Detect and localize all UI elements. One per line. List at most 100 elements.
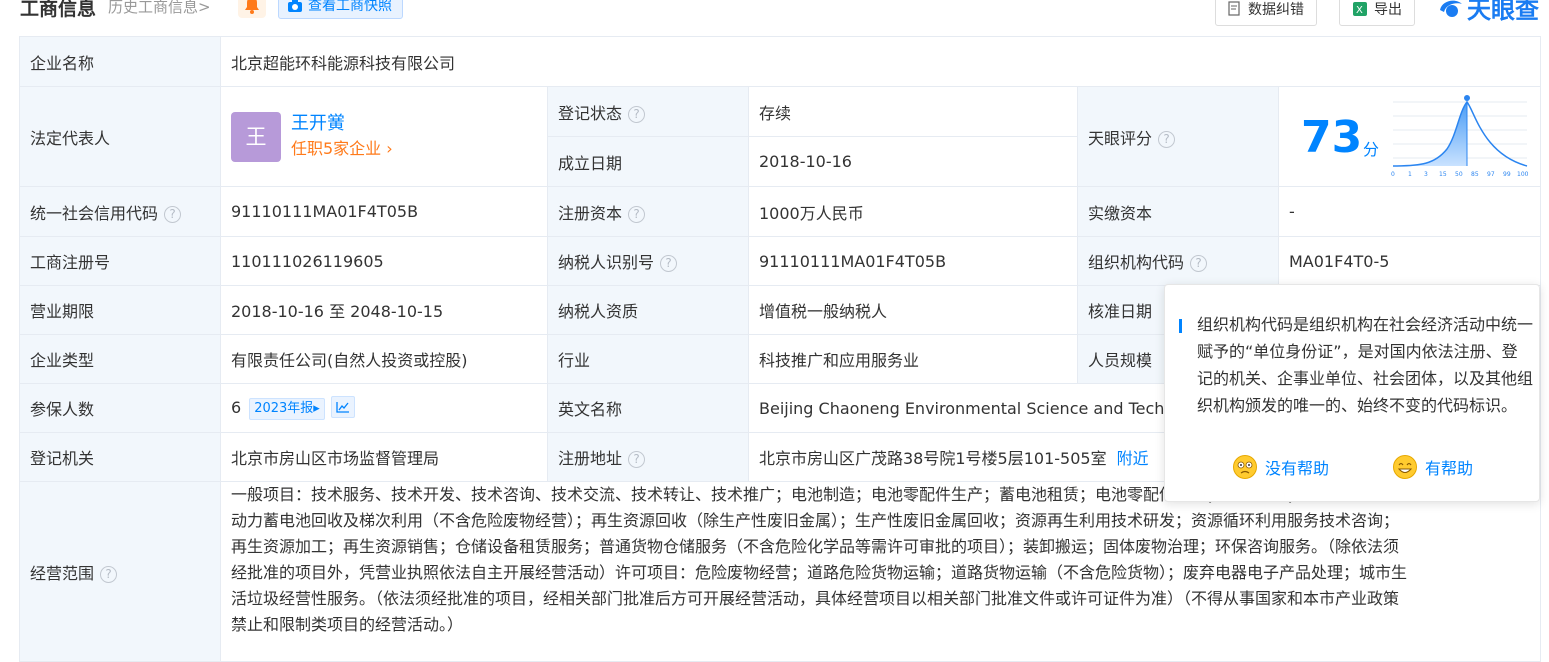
edit-doc-icon bbox=[1228, 1, 1240, 16]
correction-button[interactable]: 数据纠错 bbox=[1215, 0, 1317, 26]
table-row: 企业名称 北京超能环科能源科技有限公司 bbox=[19, 36, 1542, 87]
org-code-tooltip: 组织机构代码是组织机构在社会经济活动中统一赋予的“单位身份证”，是对国内依法注册… bbox=[1164, 284, 1540, 502]
taxpayer-qual-value: 增值税一般纳税人 bbox=[748, 285, 1078, 335]
score-tick-label: 85 bbox=[1471, 171, 1479, 178]
credit-code-value: 91110111MA01F4T05B bbox=[220, 186, 548, 237]
nearby-link[interactable]: 附近 bbox=[1117, 449, 1149, 468]
company-type-value: 有限责任公司(自然人投资或控股) bbox=[220, 334, 548, 384]
reg-authority-label: 登记机关 bbox=[19, 432, 221, 482]
correction-label: 数据纠错 bbox=[1248, 2, 1304, 18]
bell-button[interactable] bbox=[238, 0, 266, 18]
org-code-label-cell: 组织机构代码? bbox=[1077, 236, 1279, 286]
help-icon[interactable]: ? bbox=[628, 105, 646, 123]
not-helpful-button[interactable]: 没有帮助 bbox=[1233, 455, 1329, 479]
english-name-label: 英文名称 bbox=[547, 383, 749, 433]
score-tick-label: 1 bbox=[1408, 171, 1412, 178]
table-row: 经营范围? 一般项目：技术服务、技术开发、技术咨询、技术交流、技术转让、技术推广… bbox=[19, 481, 1542, 662]
annual-report-tag[interactable]: 2023年报▸ bbox=[249, 398, 325, 420]
avatar[interactable]: 王 bbox=[231, 111, 281, 162]
help-icon[interactable]: ? bbox=[660, 255, 678, 272]
score-tick-label: 97 bbox=[1487, 171, 1495, 178]
credit-code-label: 统一社会信用代码 bbox=[30, 203, 159, 223]
reg-status-label: 登记状态 bbox=[558, 103, 623, 123]
reg-capital-label: 注册资本 bbox=[558, 203, 623, 223]
org-code-value: MA01F4T0-5 bbox=[1277, 236, 1542, 286]
score-unit: 分 bbox=[1363, 139, 1380, 159]
section-header: 工商信息 历史工商信息> 查看工商快照 数据纠错 X 导出 天眼查 bbox=[0, 0, 1549, 36]
industry-value: 科技推广和应用服务业 bbox=[748, 334, 1078, 384]
score-tick-label: 15 bbox=[1439, 171, 1447, 178]
org-code-label: 组织机构代码 bbox=[1088, 253, 1185, 272]
reg-capital-label-cell: 注册资本? bbox=[547, 186, 749, 237]
reg-authority-value: 北京市房山区市场监督管理局 bbox=[220, 432, 548, 482]
reg-status-value: 存续 bbox=[748, 86, 1078, 137]
score-tick-label: 50 bbox=[1455, 171, 1463, 178]
scope-label: 经营范围 bbox=[30, 563, 95, 583]
help-icon[interactable]: ? bbox=[1158, 130, 1176, 148]
history-link[interactable]: 历史工商信息> bbox=[108, 0, 211, 17]
confused-face-icon bbox=[1233, 455, 1257, 479]
insured-label: 参保人数 bbox=[19, 383, 221, 433]
helpful-button[interactable]: 有帮助 bbox=[1393, 455, 1473, 479]
snapshot-label: 查看工商快照 bbox=[308, 0, 392, 14]
score-cell[interactable]: 73 分 0 1 3 15 50 85 97 99 100 bbox=[1277, 86, 1542, 187]
not-helpful-label: 没有帮助 bbox=[1265, 459, 1330, 478]
scope-label-cell: 经营范围? bbox=[19, 481, 221, 662]
legal-rep-positions: 任职5家企业 bbox=[291, 138, 382, 158]
company-name-value: 北京超能环科能源科技有限公司 bbox=[219, 36, 1542, 87]
biz-reg-no-label: 工商注册号 bbox=[19, 236, 221, 286]
credit-code-label-cell: 统一社会信用代码? bbox=[19, 186, 221, 237]
export-button[interactable]: X 导出 bbox=[1339, 0, 1415, 26]
score-distribution-chart: 0 1 3 15 50 85 97 99 100 bbox=[1391, 94, 1529, 178]
logo-icon bbox=[1440, 0, 1462, 17]
term-value: 2018-10-16 至 2048-10-15 bbox=[220, 285, 548, 335]
snapshot-button[interactable]: 查看工商快照 bbox=[278, 0, 403, 19]
score-tick-label: 100 bbox=[1517, 171, 1529, 178]
help-icon[interactable]: ? bbox=[628, 451, 646, 468]
annual-report-label: 2023年报 bbox=[254, 401, 314, 416]
score-label-cell: 天眼评分? bbox=[1077, 86, 1279, 187]
founded-label: 成立日期 bbox=[547, 136, 749, 187]
table-row: 法定代表人 王 王开黉 任职5家企业 › 登记状态? 存续 天眼评分? 73 分 bbox=[19, 86, 1542, 187]
chevron-right-icon: › bbox=[381, 138, 393, 158]
tooltip-text: 组织机构代码是组织机构在社会经济活动中统一赋予的“单位身份证”，是对国内依法注册… bbox=[1197, 315, 1534, 415]
tianyancha-logo: 天眼查 bbox=[1438, 0, 1539, 25]
score-label: 天眼评分 bbox=[1088, 128, 1153, 148]
reg-address-value: 北京市房山区广茂路38号院1号楼5层101-505室 bbox=[759, 449, 1107, 468]
caret-right-icon: ▸ bbox=[313, 401, 320, 416]
taxpayer-id-label: 纳税人识别号 bbox=[558, 253, 655, 272]
founded-value: 2018-10-16 bbox=[748, 136, 1078, 187]
helpful-label: 有帮助 bbox=[1425, 459, 1474, 478]
score-value: 73 bbox=[1301, 111, 1363, 163]
taxpayer-id-value: 91110111MA01F4T05B bbox=[748, 236, 1078, 286]
reg-capital-value: 1000万人民币 bbox=[748, 186, 1078, 237]
term-label: 营业期限 bbox=[19, 285, 221, 335]
trend-button[interactable] bbox=[330, 396, 355, 418]
section-title: 工商信息 bbox=[20, 0, 97, 20]
legal-rep-cell: 王 王开黉 任职5家企业 › bbox=[220, 86, 548, 187]
trend-chart-icon bbox=[336, 402, 349, 413]
company-type-label: 企业类型 bbox=[19, 334, 221, 384]
biz-reg-no-value: 110111026119605 bbox=[220, 236, 548, 286]
score-tick-label: 99 bbox=[1503, 171, 1511, 178]
score-tick-label: 0 bbox=[1391, 171, 1395, 178]
help-icon[interactable]: ? bbox=[164, 205, 182, 223]
help-icon[interactable]: ? bbox=[628, 205, 646, 223]
reg-address-label-cell: 注册地址? bbox=[547, 432, 749, 482]
grin-face-icon bbox=[1393, 455, 1417, 479]
score-tick-label: 3 bbox=[1424, 171, 1428, 178]
bell-icon bbox=[245, 0, 259, 14]
company-name-label: 企业名称 bbox=[19, 36, 221, 87]
help-icon[interactable]: ? bbox=[1190, 255, 1208, 272]
paid-capital-value: - bbox=[1277, 186, 1542, 237]
scope-value: 一般项目：技术服务、技术开发、技术咨询、技术交流、技术转让、技术推广；电池制造；… bbox=[219, 481, 1542, 662]
table-row: 工商注册号 110111026119605 纳税人识别号? 91110111MA… bbox=[19, 236, 1542, 286]
export-label: 导出 bbox=[1374, 2, 1402, 18]
camera-icon bbox=[288, 0, 302, 12]
table-row: 统一社会信用代码? 91110111MA01F4T05B 注册资本? 1000万… bbox=[19, 186, 1542, 237]
help-icon[interactable]: ? bbox=[100, 565, 118, 583]
svg-text:X: X bbox=[1356, 5, 1363, 16]
excel-icon: X bbox=[1353, 2, 1367, 16]
insured-value: 6 bbox=[231, 398, 242, 417]
taxpayer-qual-label: 纳税人资质 bbox=[547, 285, 749, 335]
